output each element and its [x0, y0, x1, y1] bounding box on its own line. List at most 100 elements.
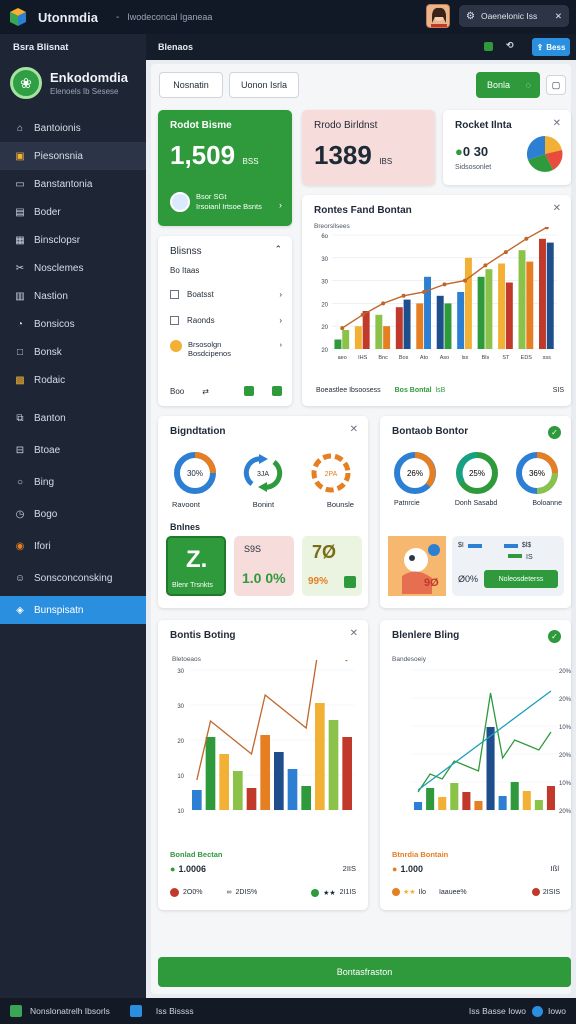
status-blue-icon[interactable]	[532, 1005, 544, 1017]
line-point	[503, 250, 508, 255]
bar	[260, 735, 270, 810]
toolbar-button-2[interactable]: Uonon Isrla	[229, 72, 299, 98]
legend-dot-icon	[392, 888, 400, 896]
toolbar-button-3[interactable]: Bonla ◌	[476, 72, 540, 98]
folder-icon: ▦	[15, 234, 25, 246]
link-icon[interactable]: ⟲	[506, 40, 514, 51]
bar3-legend: ★★ Ilo Iaauee% 2ISIS	[392, 888, 560, 896]
tile-mid-row: IS	[458, 554, 533, 561]
sidebar-item-label: Bonsicos	[34, 318, 75, 330]
green-square-icon[interactable]	[244, 386, 254, 396]
sidebar-item-bantoionis[interactable]: ⌂ Bantoionis	[0, 114, 146, 142]
toolbar-button-1[interactable]: Nosnatin	[159, 72, 223, 98]
sidebar-item-rodaic[interactable]: ▩ Rodaic	[0, 366, 146, 394]
sidebar-item-btoae[interactable]: ⊟ Btoae	[0, 436, 146, 464]
ring-chart: 2PA	[311, 453, 351, 493]
sidebar-item-bonsk[interactable]: □ Bonsk	[0, 338, 146, 366]
close-icon[interactable]: ✕	[350, 424, 358, 435]
grid-color-icon: ▩	[15, 374, 25, 386]
ring1-subtitle: Bnlnes	[170, 522, 201, 532]
tile-action-button[interactable]: Noleosdeterss	[484, 570, 558, 588]
sidebar-item-piesonsnia[interactable]: ▣ Piesonsnia	[0, 142, 146, 170]
check-icon[interactable]: ✓	[548, 630, 561, 643]
bar	[546, 786, 555, 810]
sidebar-item-nastion[interactable]: ▥ Nastion	[0, 282, 146, 310]
close-icon[interactable]: ✕	[555, 11, 562, 22]
refresh-icon: ◌	[525, 80, 531, 90]
bar2-title: Bontis Boting	[170, 630, 236, 641]
sidebar-item-banton[interactable]: ⧉ Banton	[0, 404, 146, 432]
bar-chart: 20% 20% 10% 20% 10% 20%	[412, 669, 571, 815]
bar	[522, 791, 531, 810]
expand-icon[interactable]: ▢	[546, 75, 566, 95]
bar	[450, 783, 459, 810]
bar-indicator	[467, 543, 482, 548]
sidebar-header: Bsra Blisnat	[13, 41, 69, 53]
kpi-chevron-icon[interactable]: ›	[279, 200, 282, 210]
list-item[interactable]: Brsosolgn Bosdcipenos ›	[170, 340, 282, 358]
chevron-up-icon[interactable]: ⌃	[274, 244, 282, 255]
sidebar-item-bonsicos[interactable]: ◔ Bonsicos	[0, 310, 146, 338]
brand-leaf-icon: ❀	[10, 67, 42, 99]
tile-green[interactable]: Z. Blenr Trsnkts	[166, 536, 226, 596]
swap-icon[interactable]: ⇄	[202, 387, 209, 396]
sidebar-item-sonsconconsking[interactable]: ☺ Sonsconconsking	[0, 564, 146, 592]
tile-lightgreen[interactable]: 7Ø 99%	[302, 536, 362, 596]
ring-label: Donh Sasabd	[454, 500, 498, 507]
ring-chart: 25%	[456, 452, 498, 494]
home-icon: ⌂	[16, 122, 24, 134]
bar	[233, 771, 243, 810]
bar	[539, 238, 546, 349]
bar2-legend: 2O0% ∞ 2DIS% ★★ 2I1IS	[170, 888, 356, 897]
y-tick-label: 30	[177, 704, 184, 710]
ring-value: 36%	[529, 469, 545, 478]
kpi-footer-line1: Bsor SGt	[196, 192, 227, 201]
bar	[526, 261, 534, 349]
sidebar-item-ifori[interactable]: ◉ Ifori	[0, 532, 146, 560]
sidebar-item-bogo[interactable]: ◷ Bogo	[0, 500, 146, 528]
sidebar-item-banstantonia[interactable]: ▭ Banstantonia	[0, 170, 146, 198]
chevron-right-icon: ›	[279, 290, 282, 299]
legend-label: 2O0%	[183, 889, 203, 896]
close-icon[interactable]: ✕	[350, 628, 358, 639]
main-header: Blenaos ⟲ ⇪ Bess	[146, 34, 576, 60]
list-subtitle: Bo Itaas	[170, 266, 200, 275]
bar	[414, 802, 423, 810]
legend-label: Ilo	[418, 888, 426, 896]
wide-action-button[interactable]: Bontasfraston	[158, 957, 571, 987]
list-item[interactable]: Raonds ›	[170, 316, 282, 325]
combo-chart-card: Rontes Fand Bontan ✕ Breorsllsees 6o 30 30…	[302, 195, 571, 406]
ring-value: 26%	[407, 469, 423, 478]
green-square-icon[interactable]	[272, 386, 282, 396]
close-icon[interactable]: ✕	[553, 118, 561, 129]
chevron-right-icon: ›	[279, 316, 282, 325]
tile-illustration[interactable]: 9Ø	[388, 536, 446, 596]
sidebar-item-bunspisatn[interactable]: ◈ Bunspisatn	[0, 596, 146, 624]
app-subtitle: Iwodeconcal Iganeaa	[127, 12, 213, 22]
sidebar-item-boder[interactable]: ▤ Boder	[0, 198, 146, 226]
account-pill[interactable]: ⚙ Oaenelonic Iss ✕	[459, 5, 569, 27]
tile-pink[interactable]: S9S 1.0 0%	[234, 536, 294, 596]
bar	[426, 788, 435, 810]
bar	[403, 299, 411, 349]
sidebar-item-binsclopsr[interactable]: ▦ Binsclopsr	[0, 226, 146, 254]
close-icon[interactable]: ✕	[553, 203, 561, 214]
layers-icon: ⧉	[16, 412, 24, 424]
check-icon[interactable]: ✓	[548, 426, 561, 439]
chart-icon: ▥	[15, 290, 25, 302]
bar2-foot2: 1.0006	[178, 864, 206, 874]
user-avatar[interactable]	[426, 4, 450, 28]
header-action-button[interactable]: ⇪ Bess	[532, 38, 570, 56]
ring-label: Bounsle	[326, 500, 354, 509]
sidebar-item-bing[interactable]: ○ Bing	[0, 468, 146, 496]
bar	[505, 282, 513, 349]
bar	[474, 801, 483, 810]
kpi-avatar	[170, 192, 190, 212]
bar	[416, 303, 424, 349]
tile-blue[interactable]: $I $l$ IS Ø0% Noleosdeterss	[452, 536, 564, 596]
line-point	[360, 312, 365, 317]
green-square-icon	[344, 576, 356, 588]
list-item[interactable]: Boatsst ›	[170, 290, 282, 299]
status-app-icon[interactable]	[129, 1005, 142, 1017]
sidebar-item-nosclemes[interactable]: ✂ Nosclemes	[0, 254, 146, 282]
